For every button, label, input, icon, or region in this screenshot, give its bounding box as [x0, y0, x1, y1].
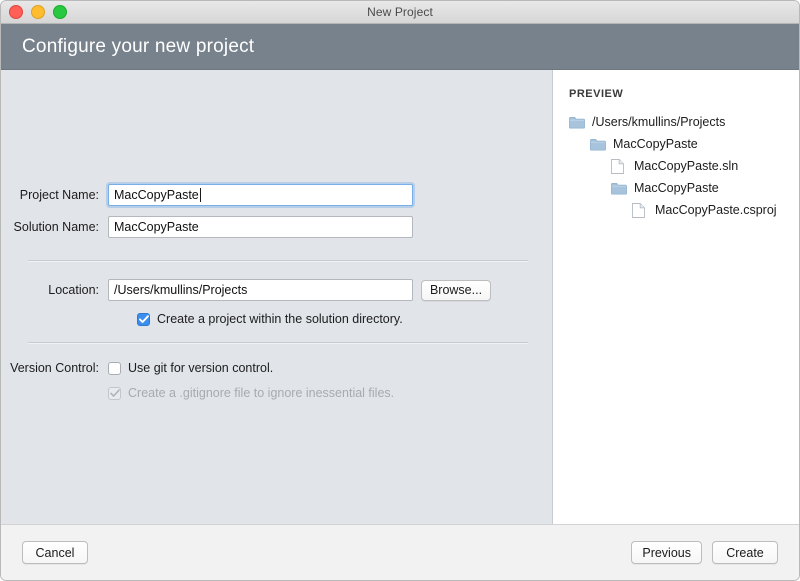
text-caret [200, 188, 201, 202]
dialog-footer: Cancel Previous Create [1, 524, 799, 580]
preview-title: PREVIEW [569, 88, 799, 100]
preview-tree: /Users/kmullins/Projects MacCopyPaste [569, 111, 799, 221]
previous-button[interactable]: Previous [631, 541, 702, 564]
gitignore-label: Create a .gitignore file to ignore iness… [128, 386, 394, 400]
new-project-dialog-window: New Project Configure your new project P… [0, 0, 800, 581]
tree-item-label: MacCopyPaste [634, 181, 719, 195]
solution-name-input[interactable]: MacCopyPaste [108, 216, 413, 238]
version-control-group: Version Control: Use git for version con… [1, 361, 552, 400]
divider-2 [28, 342, 528, 344]
project-name-value: MacCopyPaste [114, 188, 199, 202]
version-control-label: Version Control: [1, 361, 108, 375]
tree-item-csproj-file[interactable]: MacCopyPaste.csproj [632, 199, 799, 221]
folder-icon [569, 115, 586, 129]
folder-icon [590, 137, 607, 151]
dialog-body: Project Name: MacCopyPaste Solution Name… [1, 70, 799, 524]
location-row: Location: /Users/kmullins/Projects Brows… [1, 278, 552, 302]
project-name-label: Project Name: [1, 188, 108, 202]
tree-item-label: MacCopyPaste.csproj [655, 203, 777, 217]
create-within-solution-checkbox[interactable] [137, 313, 150, 326]
window-titlebar: New Project [1, 1, 799, 24]
gitignore-row: Create a .gitignore file to ignore iness… [108, 386, 552, 400]
window-controls [9, 1, 67, 23]
create-within-solution-row[interactable]: Create a project within the solution dir… [137, 312, 552, 326]
tree-item-label: MacCopyPaste.sln [634, 159, 738, 173]
project-name-row: Project Name: MacCopyPaste [1, 183, 552, 207]
project-name-input[interactable]: MacCopyPaste [108, 184, 413, 206]
minimize-window-icon[interactable] [31, 5, 45, 19]
project-names-group: Project Name: MacCopyPaste Solution Name… [1, 183, 552, 239]
dialog-header: Configure your new project [1, 24, 799, 70]
folder-icon [611, 181, 628, 195]
footer-action-buttons: Previous Create [631, 541, 778, 564]
page-title: Configure your new project [22, 36, 254, 58]
cancel-button[interactable]: Cancel [22, 541, 88, 564]
window-title: New Project [367, 5, 433, 19]
configuration-pane: Project Name: MacCopyPaste Solution Name… [1, 70, 553, 524]
browse-button[interactable]: Browse... [421, 280, 491, 301]
tree-item-solution-folder[interactable]: MacCopyPaste [590, 133, 799, 155]
location-label: Location: [1, 283, 108, 297]
tree-item-label: /Users/kmullins/Projects [592, 115, 725, 129]
solution-name-row: Solution Name: MacCopyPaste [1, 215, 552, 239]
location-group: Location: /Users/kmullins/Projects Brows… [1, 278, 552, 326]
maximize-window-icon[interactable] [53, 5, 67, 19]
solution-name-label: Solution Name: [1, 220, 108, 234]
solution-name-value: MacCopyPaste [114, 220, 199, 234]
tree-item-projects-folder[interactable]: /Users/kmullins/Projects [569, 111, 799, 133]
use-git-row[interactable]: Version Control: Use git for version con… [1, 361, 552, 375]
location-input[interactable]: /Users/kmullins/Projects [108, 279, 413, 301]
tree-item-label: MacCopyPaste [613, 137, 698, 151]
create-within-solution-label: Create a project within the solution dir… [157, 312, 403, 326]
tree-item-sln-file[interactable]: MacCopyPaste.sln [611, 155, 799, 177]
location-value: /Users/kmullins/Projects [114, 283, 247, 297]
tree-item-project-folder[interactable]: MacCopyPaste [611, 177, 799, 199]
gitignore-checkbox [108, 387, 121, 400]
create-button[interactable]: Create [712, 541, 778, 564]
file-icon [632, 203, 649, 217]
divider-1 [28, 260, 528, 262]
file-icon [611, 159, 628, 173]
close-window-icon[interactable] [9, 5, 23, 19]
use-git-label: Use git for version control. [128, 361, 273, 375]
use-git-checkbox[interactable] [108, 362, 121, 375]
preview-pane: PREVIEW /Users/kmullins/Projects [553, 70, 799, 524]
